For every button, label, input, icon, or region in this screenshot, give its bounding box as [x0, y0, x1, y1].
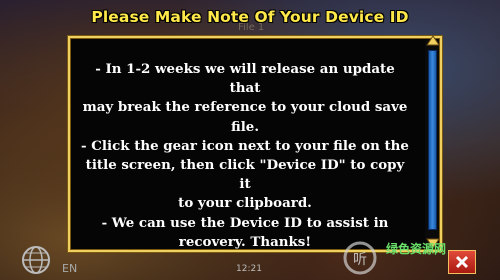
dialog-title: Please Make Note Of Your Device ID [91, 8, 409, 26]
message-line: to your clipboard. [178, 195, 312, 212]
watermark-text: 绿色资源网 [386, 242, 447, 256]
message-line: - We can use the Device ID to assist in [101, 214, 389, 231]
notice-message: - In 1-2 weeks we will release an update… [80, 60, 410, 252]
close-icon [455, 255, 469, 269]
message-line: - In 1-2 weeks we will release an update… [95, 61, 395, 97]
message-line: title screen, then click "Device ID" to … [85, 157, 405, 193]
chevron-up-icon[interactable] [425, 34, 441, 48]
message-line: may break the reference to your cloud sa… [82, 99, 408, 116]
svg-text:听: 听 [353, 252, 367, 268]
message-line: - Click the gear icon next to your file … [81, 137, 409, 154]
clock-readout: 12:21 [236, 264, 262, 274]
watermark-logo-icon: 听 [343, 241, 377, 275]
close-button[interactable] [448, 250, 476, 274]
globe-icon[interactable] [20, 244, 52, 276]
language-label[interactable]: EN [62, 262, 77, 275]
message-line: file. [230, 118, 259, 135]
scrollbar-thumb[interactable] [428, 50, 437, 230]
